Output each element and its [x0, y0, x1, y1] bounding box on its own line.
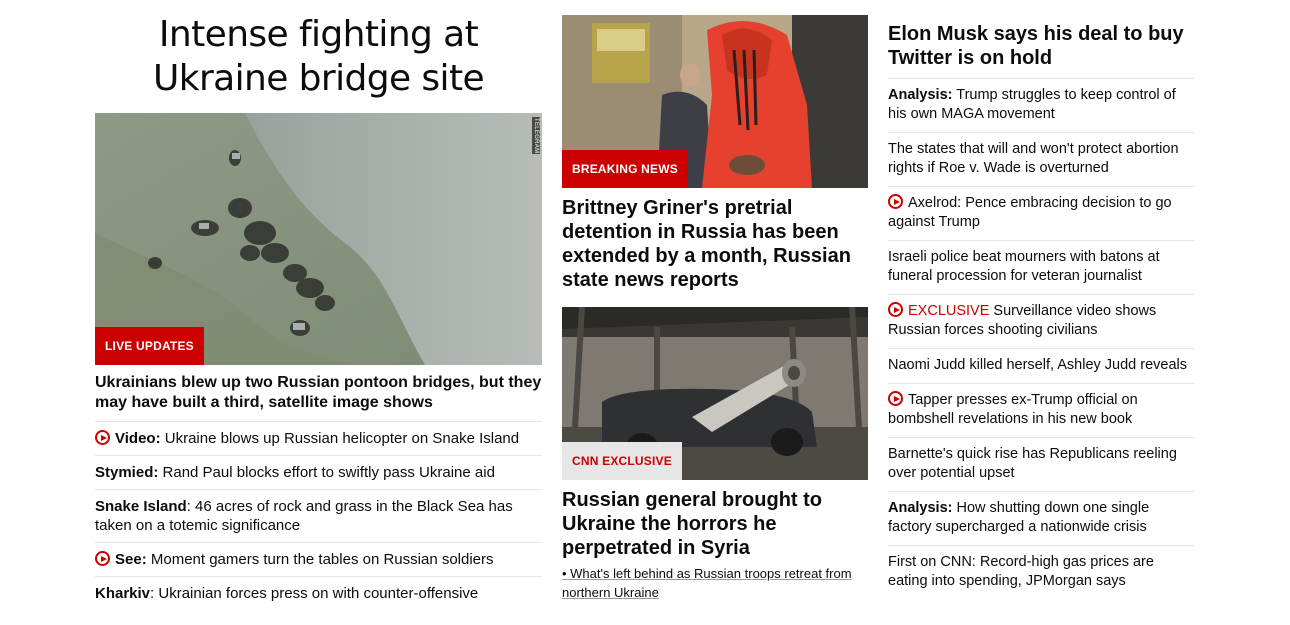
- list-item[interactable]: Video: Ukraine blows up Russian helicopt…: [95, 422, 542, 456]
- list-item[interactable]: Barnette's quick rise has Republicans re…: [888, 438, 1195, 492]
- breaking-news-badge[interactable]: BREAKING NEWS: [562, 150, 688, 188]
- live-updates-badge[interactable]: LIVE UPDATES: [95, 327, 204, 365]
- griner-headline-link[interactable]: Brittney Griner's pretrial detention in …: [562, 196, 868, 292]
- list-item[interactable]: See: Moment gamers turn the tables on Ru…: [95, 543, 542, 577]
- list-item[interactable]: Israeli police beat mourners with batons…: [888, 241, 1195, 295]
- play-video-icon: [95, 551, 110, 566]
- list-item[interactable]: Analysis: How shutting down one single f…: [888, 492, 1195, 546]
- play-video-icon: [888, 391, 903, 406]
- list-item[interactable]: Tapper presses ex-Trump official on bomb…: [888, 384, 1195, 438]
- list-item[interactable]: Naomi Judd killed herself, Ashley Judd r…: [888, 349, 1195, 384]
- left-column: Intense fighting at Ukraine bridge site: [95, 0, 542, 610]
- missile-image[interactable]: CNN EXCLUSIVE: [562, 307, 868, 480]
- list-item[interactable]: EXCLUSIVE Surveillance video shows Russi…: [888, 295, 1195, 349]
- play-video-icon: [888, 302, 903, 317]
- image-watermark: TELEGRAM: [532, 117, 540, 155]
- list-item[interactable]: Axelrod: Pence embracing decision to go …: [888, 187, 1195, 241]
- exclusive-label: EXCLUSIVE: [908, 303, 990, 319]
- griner-image[interactable]: BREAKING NEWS: [562, 15, 868, 188]
- bridge-image[interactable]: TELEGRAM LIVE UPDATES: [95, 113, 542, 365]
- list-item[interactable]: Kharkiv: Ukrainian forces press on with …: [95, 577, 542, 610]
- left-story-list: Video: Ukraine blows up Russian helicopt…: [95, 422, 542, 610]
- cnn-exclusive-badge[interactable]: CNN EXCLUSIVE: [562, 442, 682, 480]
- right-column: Elon Musk says his deal to buy Twitter i…: [888, 0, 1195, 599]
- russian-general-headline-link[interactable]: Russian general brought to Ukraine the h…: [562, 488, 868, 560]
- list-item[interactable]: Analysis: Trump struggles to keep contro…: [888, 79, 1195, 133]
- middle-column: BREAKING NEWS Brittney Griner's pretrial…: [562, 0, 868, 602]
- hero-headline[interactable]: Intense fighting at Ukraine bridge site: [95, 13, 542, 101]
- lead-headline-link[interactable]: Ukrainians blew up two Russian pontoon b…: [95, 373, 542, 422]
- musk-headline-link[interactable]: Elon Musk says his deal to buy Twitter i…: [888, 22, 1195, 79]
- list-item[interactable]: First on CNN: Record-high gas prices are…: [888, 546, 1195, 599]
- play-video-icon: [95, 430, 110, 445]
- list-item[interactable]: The states that will and won't protect a…: [888, 133, 1195, 187]
- list-item[interactable]: Stymied: Rand Paul blocks effort to swif…: [95, 456, 542, 490]
- related-story-link[interactable]: • What's left behind as Russian troops r…: [562, 564, 868, 602]
- list-item[interactable]: Snake Island: 46 acres of rock and grass…: [95, 490, 542, 543]
- play-video-icon: [888, 194, 903, 209]
